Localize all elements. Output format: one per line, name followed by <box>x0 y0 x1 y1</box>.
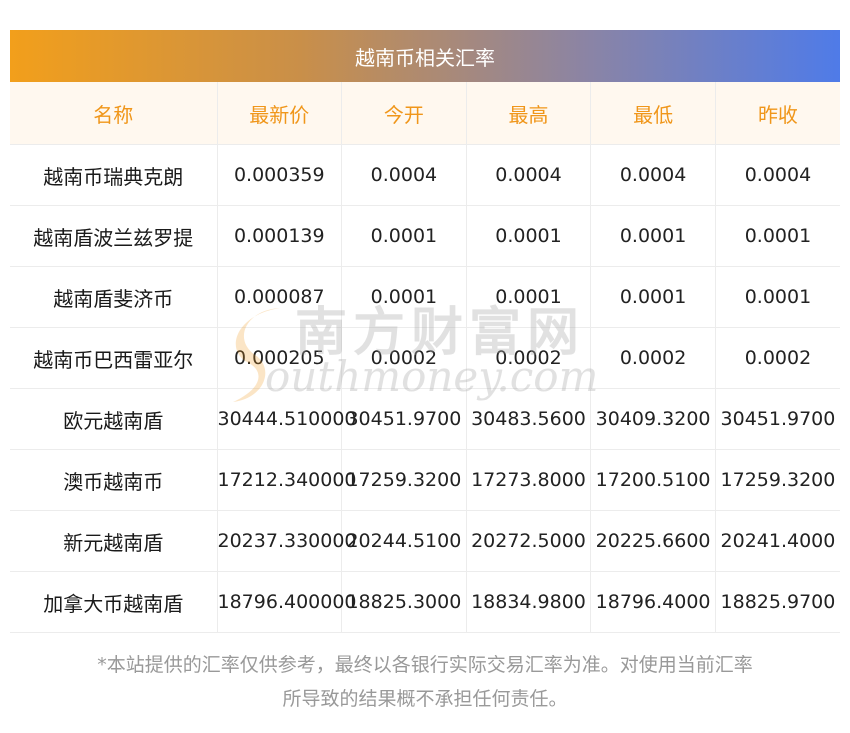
currency-pair-name: 越南盾波兰兹罗提 <box>10 205 218 267</box>
low-price-cell: 20225.6600 <box>590 510 716 572</box>
open-price-cell: 0.0004 <box>341 144 467 206</box>
open-price-cell: 30451.9700 <box>341 388 467 450</box>
low-price-cell: 0.0001 <box>590 205 716 267</box>
low-price-cell: 18796.4000 <box>590 571 716 633</box>
table-row: 新元越南盾 20237.330000 20244.5100 20272.5000… <box>10 510 840 572</box>
table-title: 越南币相关汇率 <box>10 30 840 82</box>
table-row: 加拿大币越南盾 18796.400000 18825.3000 18834.98… <box>10 571 840 633</box>
low-price-cell: 17200.5100 <box>590 449 716 511</box>
latest-price-cell: 30444.510000 <box>217 388 357 450</box>
open-price-cell: 17259.3200 <box>341 449 467 511</box>
currency-pair-name: 澳币越南币 <box>10 449 218 511</box>
open-price-cell: 20244.5100 <box>341 510 467 572</box>
exchange-rate-table: 名称 最新价 今开 最高 最低 昨收 越南币瑞典克朗 0.000359 0.00… <box>10 82 840 633</box>
low-price-cell: 0.0002 <box>590 327 716 389</box>
column-header-open: 今开 <box>341 82 467 145</box>
table-row: 越南币瑞典克朗 0.000359 0.0004 0.0004 0.0004 0.… <box>10 144 840 206</box>
high-price-cell: 0.0001 <box>466 205 592 267</box>
table-row: 越南盾波兰兹罗提 0.000139 0.0001 0.0001 0.0001 0… <box>10 205 840 267</box>
column-header-name: 名称 <box>10 82 218 145</box>
open-price-cell: 0.0001 <box>341 266 467 328</box>
table-row: 澳币越南币 17212.340000 17259.3200 17273.8000… <box>10 449 840 511</box>
prev-close-cell: 0.0004 <box>715 144 840 206</box>
table-header-row: 名称 最新价 今开 最高 最低 昨收 <box>10 82 840 145</box>
column-header-latest: 最新价 <box>217 82 343 145</box>
disclaimer-footnote: *本站提供的汇率仅供参考，最终以各银行实际交易汇率为准。对使用当前汇率 所导致的… <box>0 648 850 716</box>
table-row: 越南币巴西雷亚尔 0.000205 0.0002 0.0002 0.0002 0… <box>10 327 840 389</box>
latest-price-cell: 20237.330000 <box>217 510 357 572</box>
prev-close-cell: 20241.4000 <box>715 510 840 572</box>
currency-pair-name: 越南币巴西雷亚尔 <box>10 327 218 389</box>
exchange-rate-card: 越南币相关汇率 名称 最新价 今开 最高 最低 昨收 越南币瑞典克朗 0.000… <box>10 30 840 633</box>
open-price-cell: 0.0001 <box>341 205 467 267</box>
disclaimer-line-2: 所导致的结果概不承担任何责任。 <box>282 688 568 710</box>
open-price-cell: 0.0002 <box>341 327 467 389</box>
prev-close-cell: 17259.3200 <box>715 449 840 511</box>
currency-pair-name: 加拿大币越南盾 <box>10 571 218 633</box>
currency-pair-name: 越南币瑞典克朗 <box>10 144 218 206</box>
low-price-cell: 0.0001 <box>590 266 716 328</box>
latest-price-cell: 0.000205 <box>217 327 343 389</box>
high-price-cell: 18834.9800 <box>466 571 592 633</box>
high-price-cell: 30483.5600 <box>466 388 592 450</box>
currency-pair-name: 新元越南盾 <box>10 510 218 572</box>
high-price-cell: 0.0004 <box>466 144 592 206</box>
latest-price-cell: 0.000359 <box>217 144 343 206</box>
open-price-cell: 18825.3000 <box>341 571 467 633</box>
prev-close-cell: 0.0001 <box>715 266 840 328</box>
disclaimer-line-1: *本站提供的汇率仅供参考，最终以各银行实际交易汇率为准。对使用当前汇率 <box>97 654 753 676</box>
column-header-high: 最高 <box>466 82 592 145</box>
latest-price-cell: 17212.340000 <box>217 449 357 511</box>
column-header-prev-close: 昨收 <box>715 82 840 145</box>
high-price-cell: 17273.8000 <box>466 449 592 511</box>
prev-close-cell: 0.0002 <box>715 327 840 389</box>
table-row: 欧元越南盾 30444.510000 30451.9700 30483.5600… <box>10 388 840 450</box>
column-header-low: 最低 <box>590 82 716 145</box>
high-price-cell: 0.0001 <box>466 266 592 328</box>
prev-close-cell: 30451.9700 <box>715 388 840 450</box>
latest-price-cell: 0.000087 <box>217 266 343 328</box>
low-price-cell: 0.0004 <box>590 144 716 206</box>
currency-pair-name: 欧元越南盾 <box>10 388 218 450</box>
currency-pair-name: 越南盾斐济币 <box>10 266 218 328</box>
latest-price-cell: 18796.400000 <box>217 571 357 633</box>
high-price-cell: 0.0002 <box>466 327 592 389</box>
latest-price-cell: 0.000139 <box>217 205 343 267</box>
table-row: 越南盾斐济币 0.000087 0.0001 0.0001 0.0001 0.0… <box>10 266 840 328</box>
low-price-cell: 30409.3200 <box>590 388 716 450</box>
prev-close-cell: 18825.9700 <box>715 571 840 633</box>
high-price-cell: 20272.5000 <box>466 510 592 572</box>
prev-close-cell: 0.0001 <box>715 205 840 267</box>
